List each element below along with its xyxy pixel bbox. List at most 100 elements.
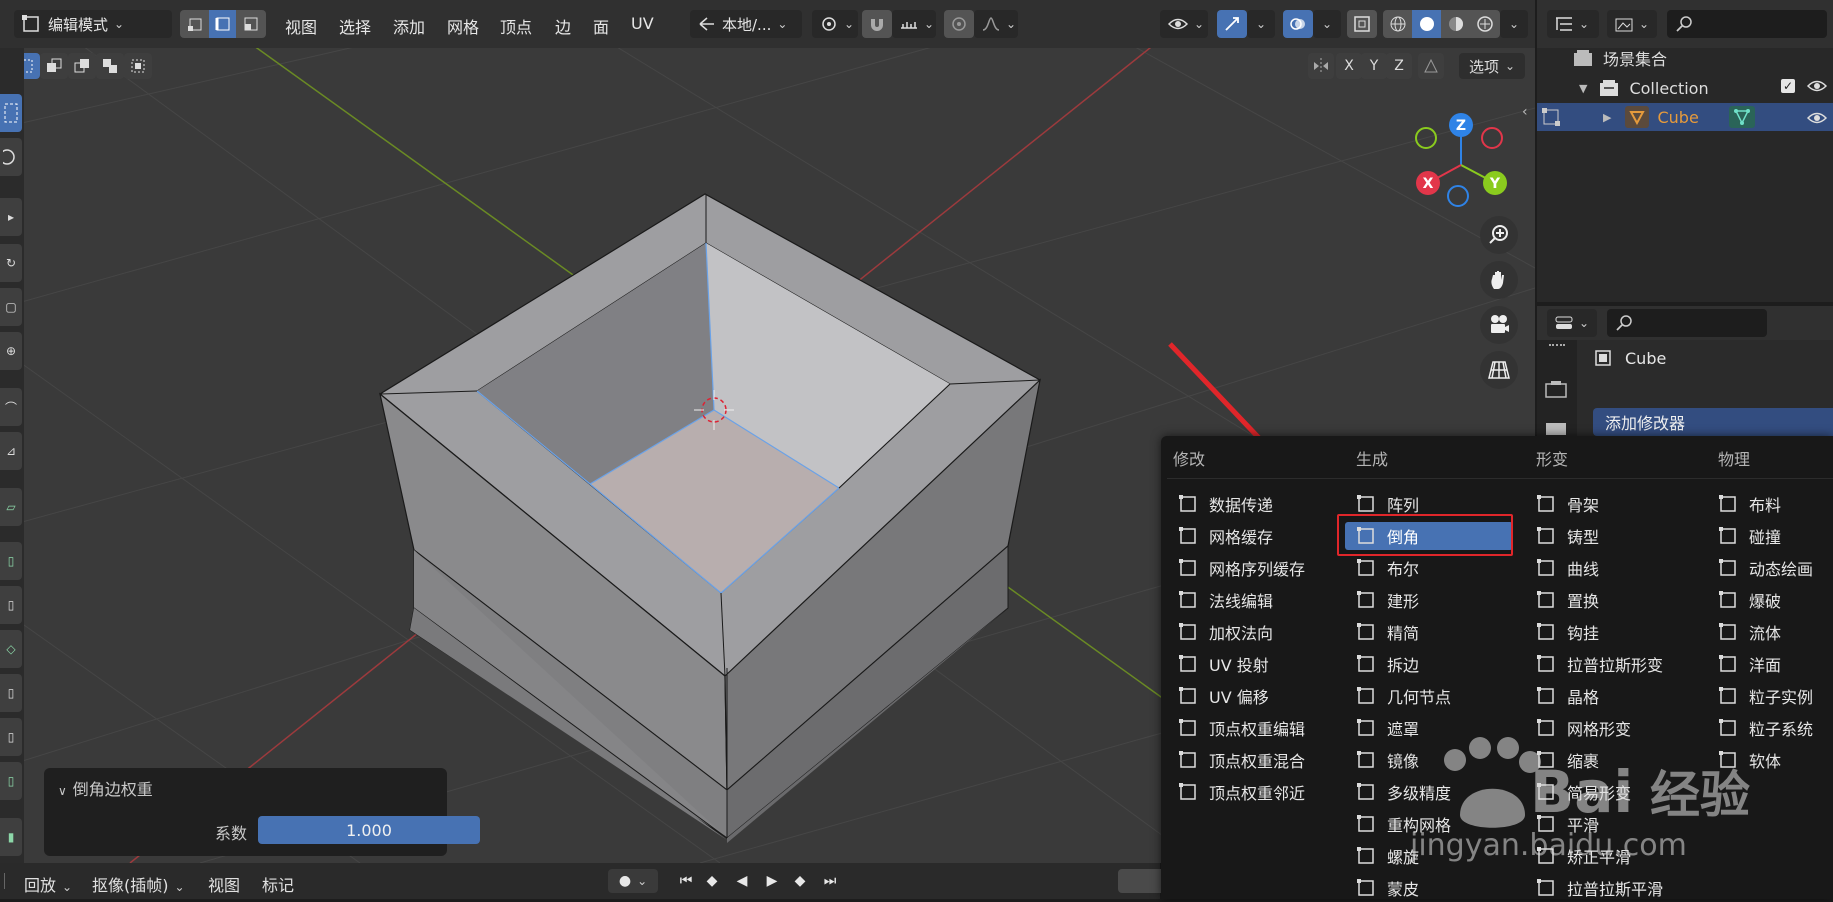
poly-build-tool[interactable]: ▯	[0, 762, 22, 800]
menu-vertex[interactable]: 顶点	[500, 14, 532, 38]
mesh-data-icon[interactable]	[1729, 106, 1755, 128]
select-extend-button[interactable]	[40, 53, 68, 79]
modifier-item-vertex-weight-edit[interactable]: 顶点权重编辑	[1167, 714, 1335, 742]
select-subtract-button[interactable]	[68, 53, 96, 79]
eye-icon[interactable]	[1806, 78, 1828, 97]
transform-tool[interactable]: ⊕	[0, 332, 22, 370]
annotate-tool[interactable]: ⌒	[0, 388, 22, 426]
menu-add[interactable]: 添加	[393, 14, 425, 38]
topology-mirror-toggle[interactable]	[1418, 53, 1444, 79]
modifier-item-weighted-normal[interactable]: 加权法向	[1167, 618, 1335, 646]
visibility-selector[interactable]: ⌄	[1160, 10, 1208, 38]
pan-button[interactable]	[1480, 261, 1518, 299]
edit-mode-object-icon[interactable]	[1541, 107, 1563, 127]
select-invert-button[interactable]	[96, 53, 124, 79]
modifier-item-simple-deform[interactable]: 简易形变	[1525, 778, 1693, 806]
mirror-x-toggle[interactable]: X	[1336, 53, 1362, 79]
modifier-item-mesh-deform[interactable]: 网格形变	[1525, 714, 1693, 742]
modifier-item-mesh-cache[interactable]: 网格缓存	[1167, 522, 1335, 550]
knife-tool[interactable]: ▯	[0, 718, 22, 756]
modifier-item-vertex-weight-mix[interactable]: 顶点权重混合	[1167, 746, 1335, 774]
add-cube-tool[interactable]: ▱	[0, 488, 22, 526]
menu-edge[interactable]: 边	[555, 14, 571, 38]
select-box-tool[interactable]	[0, 94, 22, 132]
keying-menu[interactable]: 抠像(插帧) ⌄	[92, 872, 185, 896]
play-button[interactable]: ▶	[760, 869, 784, 893]
modifier-item-screw[interactable]: 螺旋	[1345, 842, 1513, 870]
gizmo-toggle[interactable]	[1217, 10, 1247, 38]
modifier-item-skin[interactable]: 蒙皮	[1345, 874, 1513, 902]
camera-view-button[interactable]	[1480, 306, 1518, 344]
neg-y-handle[interactable]	[1415, 127, 1437, 149]
zoom-button[interactable]	[1480, 216, 1518, 254]
modifier-item-mask[interactable]: 遮罩	[1345, 714, 1513, 742]
modifier-item-hook[interactable]: 钩挂	[1525, 618, 1693, 646]
modifier-item-shrinkwrap[interactable]: 缩裹	[1525, 746, 1693, 774]
shading-rendered-button[interactable]	[1470, 10, 1500, 38]
snap-toggle[interactable]	[862, 10, 892, 38]
inset-tool[interactable]: ▯	[0, 586, 22, 624]
modifier-item-fluid[interactable]: 流体	[1707, 618, 1833, 646]
auto-keying-toggle[interactable]: ● ⌄	[608, 869, 658, 893]
outliner-search-input[interactable]	[1667, 10, 1827, 38]
play-reverse-button[interactable]: ◀	[730, 869, 754, 893]
modifier-item-smooth[interactable]: 平滑	[1525, 810, 1693, 838]
exclude-checkbox[interactable]: ✓	[1781, 79, 1795, 93]
perspective-toggle-button[interactable]	[1480, 351, 1518, 389]
modifier-item-corrective-smooth[interactable]: 矫正平滑	[1525, 842, 1693, 870]
overlays-dropdown[interactable]: ⌄	[1313, 10, 1341, 38]
snap-target-selector[interactable]: ⌄	[892, 10, 936, 38]
vertex-select-button[interactable]	[180, 10, 210, 38]
menu-view[interactable]: 视图	[285, 14, 317, 38]
properties-search-input[interactable]	[1607, 309, 1767, 337]
navigation-gizmo[interactable]: Z Y X	[1406, 110, 1516, 220]
modifier-item-displace[interactable]: 置换	[1525, 586, 1693, 614]
modifier-item-laplacian-deform[interactable]: 拉普拉斯形变	[1525, 650, 1693, 678]
modifier-item-explode[interactable]: 爆破	[1707, 586, 1833, 614]
scale-tool[interactable]: ▢	[0, 288, 22, 326]
modifier-item-particle-instance[interactable]: 粒子实例	[1707, 682, 1833, 710]
mode-selector[interactable]: 编辑模式 ⌄	[14, 10, 172, 38]
modifier-item-data-transfer[interactable]: 数据传递	[1167, 490, 1335, 518]
jump-start-button[interactable]: ⏮	[674, 869, 698, 893]
face-select-button[interactable]	[236, 10, 266, 38]
modifier-item-cloth[interactable]: 布料	[1707, 490, 1833, 518]
modifier-item-normal-edit[interactable]: 法线编辑	[1167, 586, 1335, 614]
modifier-item-boolean[interactable]: 布尔	[1345, 554, 1513, 582]
eye-icon[interactable]	[1806, 110, 1828, 129]
options-dropdown[interactable]: 选项 ⌄	[1459, 53, 1525, 79]
mirror-z-toggle[interactable]: Z	[1386, 53, 1412, 79]
move-tool[interactable]: ▸	[0, 198, 22, 236]
prev-keyframe-button[interactable]: ◆	[700, 869, 724, 893]
menu-select[interactable]: 选择	[339, 14, 371, 38]
timeline-view-menu[interactable]: 视图	[208, 872, 240, 896]
shading-dropdown[interactable]: ⌄	[1500, 10, 1528, 38]
sidebar-toggle-icon[interactable]: ‹	[1522, 104, 1528, 120]
loop-cut-tool[interactable]: ▯	[0, 674, 22, 712]
modifier-item-vertex-weight-proximity[interactable]: 顶点权重邻近	[1167, 778, 1335, 806]
modifier-item-geometry-nodes[interactable]: 几何节点	[1345, 682, 1513, 710]
shading-wireframe-button[interactable]	[1383, 10, 1413, 38]
modifier-item-collision[interactable]: 碰撞	[1707, 522, 1833, 550]
modifier-item-lattice[interactable]: 晶格	[1525, 682, 1693, 710]
outliner-editor-type[interactable]: ⌄	[1547, 10, 1599, 38]
xray-toggle[interactable]	[1347, 10, 1377, 38]
current-frame-field[interactable]	[1118, 869, 1162, 893]
playback-menu[interactable]: 回放 ⌄	[24, 872, 72, 896]
expand-arrow-icon[interactable]: ▶	[1603, 111, 1611, 124]
render-tab-icon[interactable]	[1545, 380, 1567, 402]
rotate-tool[interactable]: ↻	[0, 244, 22, 282]
modifier-item-armature[interactable]: 骨架	[1525, 490, 1693, 518]
modifier-item-laplacian-smooth[interactable]: 拉普拉斯平滑	[1525, 874, 1693, 902]
add-modifier-button[interactable]: 添加修改器	[1593, 408, 1833, 436]
modifier-item-soft-body[interactable]: 软体	[1707, 746, 1833, 774]
cube-mesh[interactable]	[378, 193, 1041, 843]
modifier-item-edge-split[interactable]: 拆边	[1345, 650, 1513, 678]
proportional-edit-toggle[interactable]	[944, 10, 974, 38]
bevel-tool[interactable]: ◇	[0, 630, 22, 668]
shading-material-button[interactable]	[1441, 10, 1471, 38]
outliner-row-cube[interactable]: ▶ Cube	[1537, 103, 1833, 131]
outliner-row-collection[interactable]: ▼ Collection ✓	[1537, 74, 1833, 102]
transform-orientation-selector[interactable]: 本地/... ⌄	[690, 10, 802, 38]
menu-mesh[interactable]: 网格	[447, 14, 479, 38]
